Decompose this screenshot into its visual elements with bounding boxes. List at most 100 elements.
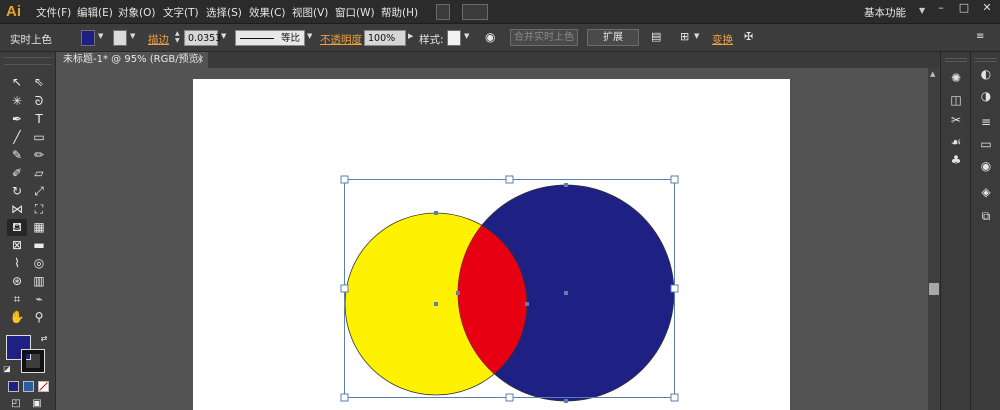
resize-handle-right[interactable] [670, 284, 679, 293]
expand-button[interactable]: 扩展 [587, 29, 639, 46]
width-tool-icon[interactable]: ⋈ [7, 201, 27, 218]
resize-handle-top-left[interactable] [340, 175, 349, 184]
stroke-weight-input[interactable]: 0.0353 [184, 30, 221, 46]
canvas-area[interactable] [56, 68, 930, 410]
merge-live-paint-button[interactable]: 合并实时上色 [510, 29, 578, 46]
scrollbar-thumb[interactable] [929, 283, 939, 295]
reference-point-icon[interactable]: ⊞ [680, 30, 689, 43]
paintbrush-tool-icon[interactable]: ✎ [7, 147, 27, 164]
gradient-tool-icon[interactable]: ▬ [29, 237, 49, 254]
menu-file[interactable]: 文件(F) [36, 5, 71, 20]
resize-handle-bottom-right[interactable] [670, 393, 679, 402]
panel-grip[interactable] [4, 57, 52, 65]
eraser-tool-icon[interactable]: ▱ [29, 165, 49, 182]
chevron-down-icon[interactable]: ▼ [98, 32, 103, 40]
live-paint-bucket-tool-icon[interactable]: ⛾ [7, 219, 27, 236]
resize-handle-top-right[interactable] [670, 175, 679, 184]
menu-view[interactable]: 视图(V) [292, 5, 328, 20]
direct-selection-tool-icon[interactable]: ⇖ [29, 74, 49, 91]
symbol-sprayer-tool-icon[interactable]: ⊛ [7, 273, 27, 290]
resize-handle-left[interactable] [340, 284, 349, 293]
opacity-panel-link[interactable]: 不透明度 [320, 32, 362, 47]
pen-tool-icon[interactable]: ✒ [7, 111, 27, 128]
menu-select[interactable]: 选择(S) [206, 5, 242, 20]
eyedropper-tool-icon[interactable]: ⌇ [7, 255, 27, 272]
maximize-button[interactable]: □ [953, 0, 975, 16]
anchor-point[interactable] [456, 291, 460, 295]
stroke-panel-link[interactable]: 描边 [148, 32, 169, 47]
graphic-styles-panel-icon[interactable]: ◉ [978, 158, 994, 174]
pencil-tool-icon[interactable]: ✏ [29, 147, 49, 164]
free-transform-tool-icon[interactable]: ⛶ [29, 201, 49, 218]
close-window-button[interactable]: ✕ [976, 0, 998, 16]
menu-edit[interactable]: 编辑(E) [77, 5, 113, 20]
chevron-right-icon[interactable]: ▶ [408, 32, 413, 40]
zoom-tool-icon[interactable]: ⚲ [29, 309, 49, 326]
anchor-point[interactable] [564, 399, 568, 403]
scale-tool-icon[interactable]: ⤢ [29, 183, 49, 200]
stroke-panel-icon[interactable]: ≡ [978, 114, 994, 130]
artboard-tool-icon[interactable]: ⌗ [7, 291, 27, 308]
minimize-button[interactable]: – [930, 0, 952, 16]
swap-colors-icon[interactable]: ⇄ [38, 330, 50, 347]
gradient-mode-icon[interactable] [23, 381, 34, 392]
align-panel-icon[interactable]: ▤ [651, 30, 661, 43]
chevron-down-icon[interactable]: ▼ [464, 32, 469, 40]
menu-effect[interactable]: 效果(C) [249, 5, 286, 20]
isolate-selection-icon[interactable]: ✠ [744, 30, 753, 43]
artwork-svg[interactable] [193, 79, 790, 410]
chevron-down-icon[interactable]: ▼ [130, 32, 135, 40]
chevron-down-icon[interactable]: ▼ [221, 32, 226, 40]
resize-handle-bottom[interactable] [505, 393, 514, 402]
menu-type[interactable]: 文字(T) [163, 5, 199, 20]
brushes-panel-icon[interactable]: ✂ [948, 112, 964, 128]
stroke-color-swatch[interactable] [21, 349, 45, 373]
lasso-tool-icon[interactable]: ᘐ [29, 93, 49, 110]
slice-tool-icon[interactable]: ⌁ [29, 291, 49, 308]
anchor-point[interactable] [525, 302, 529, 306]
chevron-down-icon[interactable]: ▼ [694, 32, 699, 40]
line-tool-icon[interactable]: ╱ [7, 129, 27, 146]
hand-tool-icon[interactable]: ✋ [7, 309, 27, 326]
stroke-color-swatch[interactable] [113, 30, 127, 46]
transform-panel-link[interactable]: 变换 [712, 32, 733, 47]
menu-object[interactable]: 对象(O) [118, 5, 155, 20]
magic-wand-tool-icon[interactable]: ✳ [7, 93, 27, 110]
panel-menu-icon[interactable]: ≡ [976, 31, 984, 42]
scroll-up-arrow-icon[interactable]: ▲ [930, 70, 935, 78]
panel-grip[interactable] [945, 58, 967, 62]
default-colors-icon[interactable]: ◪ [2, 360, 12, 377]
draw-mode-icon[interactable]: ◰ [6, 395, 26, 410]
anchor-point[interactable] [434, 211, 438, 215]
workspace-switcher[interactable]: 基本功能 [864, 5, 906, 20]
color-guide-panel-icon[interactable]: ✺ [948, 70, 964, 86]
selection-tool-icon[interactable]: ↖ [7, 74, 27, 91]
chevron-down-icon[interactable]: ▼ [307, 32, 312, 40]
column-graph-tool-icon[interactable]: ▥ [29, 273, 49, 290]
screen-mode-icon[interactable]: ▣ [27, 395, 47, 410]
stepper-arrows-icon[interactable]: ▲ ▼ [175, 30, 180, 44]
document-tab[interactable]: 未标题-1* @ 95% (RGB/预览) × [56, 52, 208, 68]
perspective-grid-tool-icon[interactable]: ▦ [29, 219, 49, 236]
stroke-profile-select[interactable]: 等比 [235, 30, 305, 46]
anchor-point[interactable] [564, 183, 568, 187]
layers-panel-icon[interactable]: ◈ [978, 184, 994, 200]
vertical-scrollbar[interactable]: ▲ [928, 68, 940, 410]
graphic-style-swatch[interactable] [447, 30, 461, 46]
color-panel-icon[interactable]: ◐ [978, 66, 994, 82]
appearance-panel-icon[interactable]: ◑ [978, 88, 994, 104]
fill-color-swatch[interactable] [81, 30, 95, 46]
gradient-panel-icon[interactable]: ▭ [978, 136, 994, 152]
rectangle-tool-icon[interactable]: ▭ [29, 129, 49, 146]
symbols-panel-icon[interactable]: ♣ [948, 152, 964, 168]
bridge-icon[interactable] [436, 4, 450, 20]
recolor-artwork-icon[interactable]: ◉ [485, 30, 495, 44]
type-tool-icon[interactable]: T [29, 111, 49, 128]
artboards-panel-icon[interactable]: ⧉ [978, 208, 994, 224]
none-mode-icon[interactable] [38, 381, 49, 392]
menu-help[interactable]: 帮助(H) [381, 5, 418, 20]
transparency-panel-icon[interactable]: ◫ [948, 92, 964, 108]
arrange-documents-icon[interactable] [462, 4, 488, 20]
blob-brush-tool-icon[interactable]: ✐ [7, 165, 27, 182]
blend-tool-icon[interactable]: ◎ [29, 255, 49, 272]
